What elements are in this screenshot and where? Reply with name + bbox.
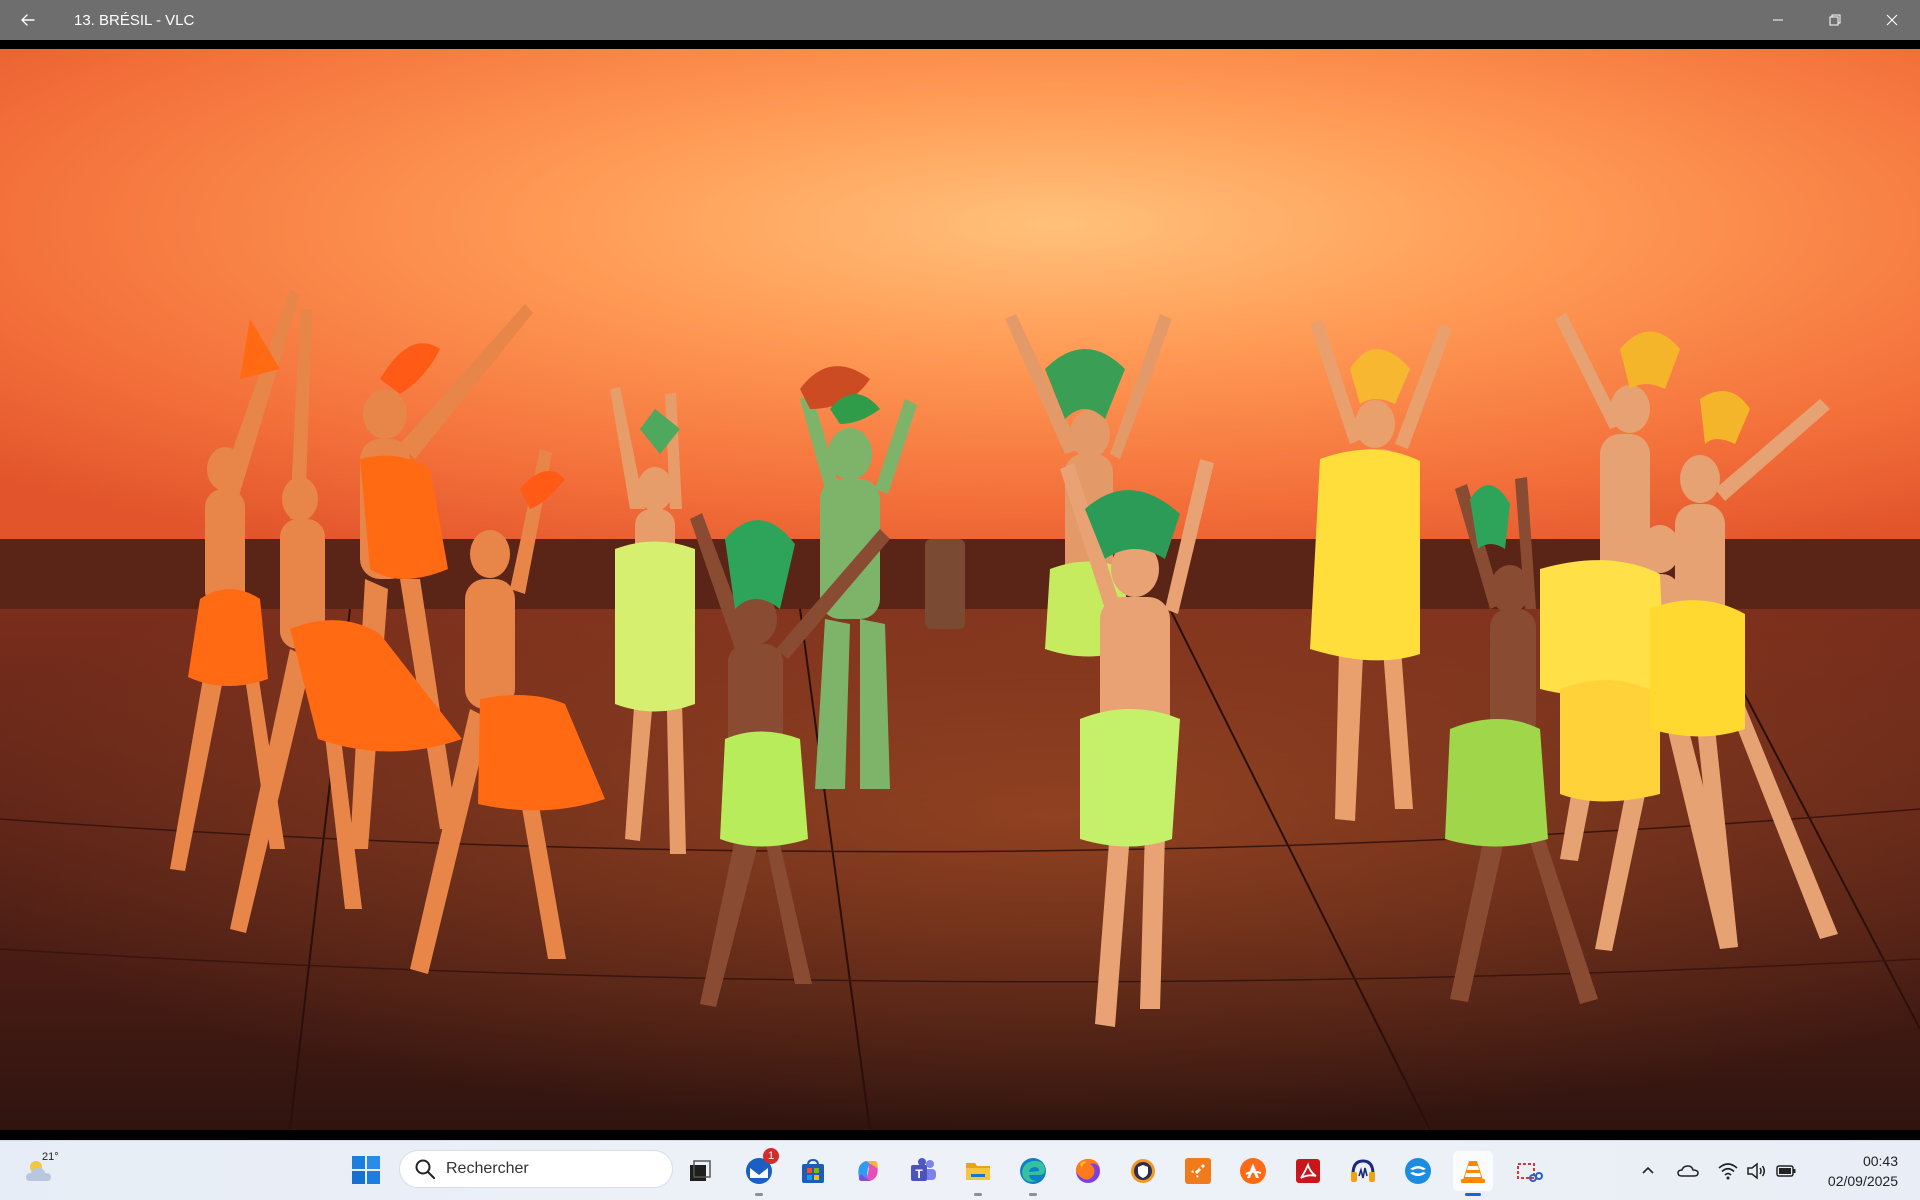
edge-icon bbox=[1020, 1158, 1046, 1184]
sync-icon bbox=[1405, 1158, 1431, 1184]
restore-button[interactable] bbox=[1806, 0, 1863, 40]
close-icon bbox=[1886, 14, 1897, 26]
taskbar-app-firefox[interactable] bbox=[1068, 1151, 1108, 1191]
taskbar-app-task-view[interactable] bbox=[680, 1151, 720, 1191]
taskbar-app-copilot[interactable] bbox=[848, 1151, 888, 1191]
taskbar-app-snipping-tool[interactable] bbox=[1508, 1151, 1548, 1191]
onedrive-icon bbox=[1677, 1165, 1699, 1177]
firefox-icon bbox=[1076, 1159, 1100, 1183]
volume-icon bbox=[1747, 1162, 1765, 1180]
task-view-icon bbox=[690, 1160, 711, 1181]
chevron-up-icon bbox=[1642, 1166, 1654, 1174]
taskbar-app-file-explorer[interactable] bbox=[958, 1151, 998, 1196]
taskbar-app-orange[interactable] bbox=[1178, 1151, 1218, 1191]
battery-button[interactable] bbox=[1774, 1159, 1798, 1183]
arrow-left-icon bbox=[21, 14, 35, 26]
window-title: 13. BRÉSIL - VLC bbox=[74, 11, 195, 29]
store-icon bbox=[802, 1158, 824, 1183]
avast-icon bbox=[1240, 1158, 1266, 1184]
teams-icon: T bbox=[911, 1158, 936, 1181]
search-input[interactable]: Rechercher bbox=[399, 1150, 673, 1188]
restore-icon bbox=[1829, 14, 1840, 26]
taskbar-app-acrobat[interactable] bbox=[1288, 1151, 1328, 1191]
notification-badge: 1 bbox=[763, 1148, 779, 1164]
show-hidden-icons-button[interactable] bbox=[1636, 1159, 1660, 1183]
network-button[interactable] bbox=[1716, 1159, 1740, 1183]
video-player[interactable] bbox=[0, 40, 1920, 1140]
wifi-icon bbox=[1718, 1163, 1738, 1180]
copilot-icon bbox=[858, 1161, 878, 1181]
rocket-icon bbox=[1185, 1158, 1211, 1184]
video-frame[interactable] bbox=[0, 49, 1920, 1169]
running-indicator bbox=[974, 1193, 982, 1196]
headphones-icon bbox=[1351, 1159, 1375, 1182]
weather-temperature: 21° bbox=[42, 1151, 59, 1163]
snip-icon bbox=[1517, 1163, 1543, 1182]
running-indicator bbox=[1465, 1193, 1481, 1196]
folder-icon bbox=[966, 1163, 990, 1180]
title-bar: 13. BRÉSIL - VLC bbox=[0, 0, 1920, 40]
running-indicator bbox=[755, 1193, 763, 1196]
search-icon bbox=[415, 1159, 435, 1179]
window-controls bbox=[1749, 0, 1920, 40]
start-button[interactable] bbox=[350, 1154, 382, 1186]
clock-time: 00:43 bbox=[1862, 1153, 1898, 1169]
vlc-cone-icon bbox=[1461, 1161, 1485, 1183]
search-placeholder: Rechercher bbox=[446, 1160, 529, 1177]
taskbar-app-thunderbird[interactable]: 1 bbox=[739, 1148, 779, 1196]
minimize-button[interactable] bbox=[1749, 0, 1806, 40]
taskbar-app-microsoft-store[interactable] bbox=[793, 1151, 833, 1191]
clock-date: 02/09/2025 bbox=[1827, 1173, 1898, 1189]
taskbar-app-bitwarden[interactable] bbox=[1123, 1151, 1163, 1191]
svg-text:T: T bbox=[915, 1167, 923, 1181]
taskbar-app-teams[interactable]: T bbox=[903, 1151, 943, 1191]
volume-button[interactable] bbox=[1744, 1159, 1768, 1183]
taskbar-app-avast[interactable] bbox=[1233, 1151, 1273, 1191]
taskbar-app-blue[interactable] bbox=[1398, 1151, 1438, 1191]
taskbar-app-edge[interactable] bbox=[1013, 1151, 1053, 1196]
running-indicator bbox=[1029, 1193, 1037, 1196]
battery-icon bbox=[1776, 1165, 1796, 1177]
windows-logo-icon bbox=[352, 1156, 380, 1184]
onedrive-button[interactable] bbox=[1676, 1159, 1700, 1183]
shield-icon bbox=[1131, 1159, 1155, 1183]
back-button[interactable] bbox=[0, 0, 56, 40]
weather-widget[interactable]: 21° bbox=[22, 1151, 62, 1191]
taskbar-app-vlc[interactable] bbox=[1453, 1151, 1493, 1196]
taskbar: 21° Rechercher 1 T 00:43 02/09/2025 bbox=[0, 1140, 1920, 1200]
clock[interactable]: 00:43 02/09/2025 bbox=[1828, 1151, 1898, 1191]
minimize-icon bbox=[1772, 19, 1783, 21]
close-button[interactable] bbox=[1863, 0, 1920, 40]
taskbar-app-audacity[interactable] bbox=[1343, 1151, 1383, 1191]
pdf-icon bbox=[1296, 1159, 1320, 1183]
